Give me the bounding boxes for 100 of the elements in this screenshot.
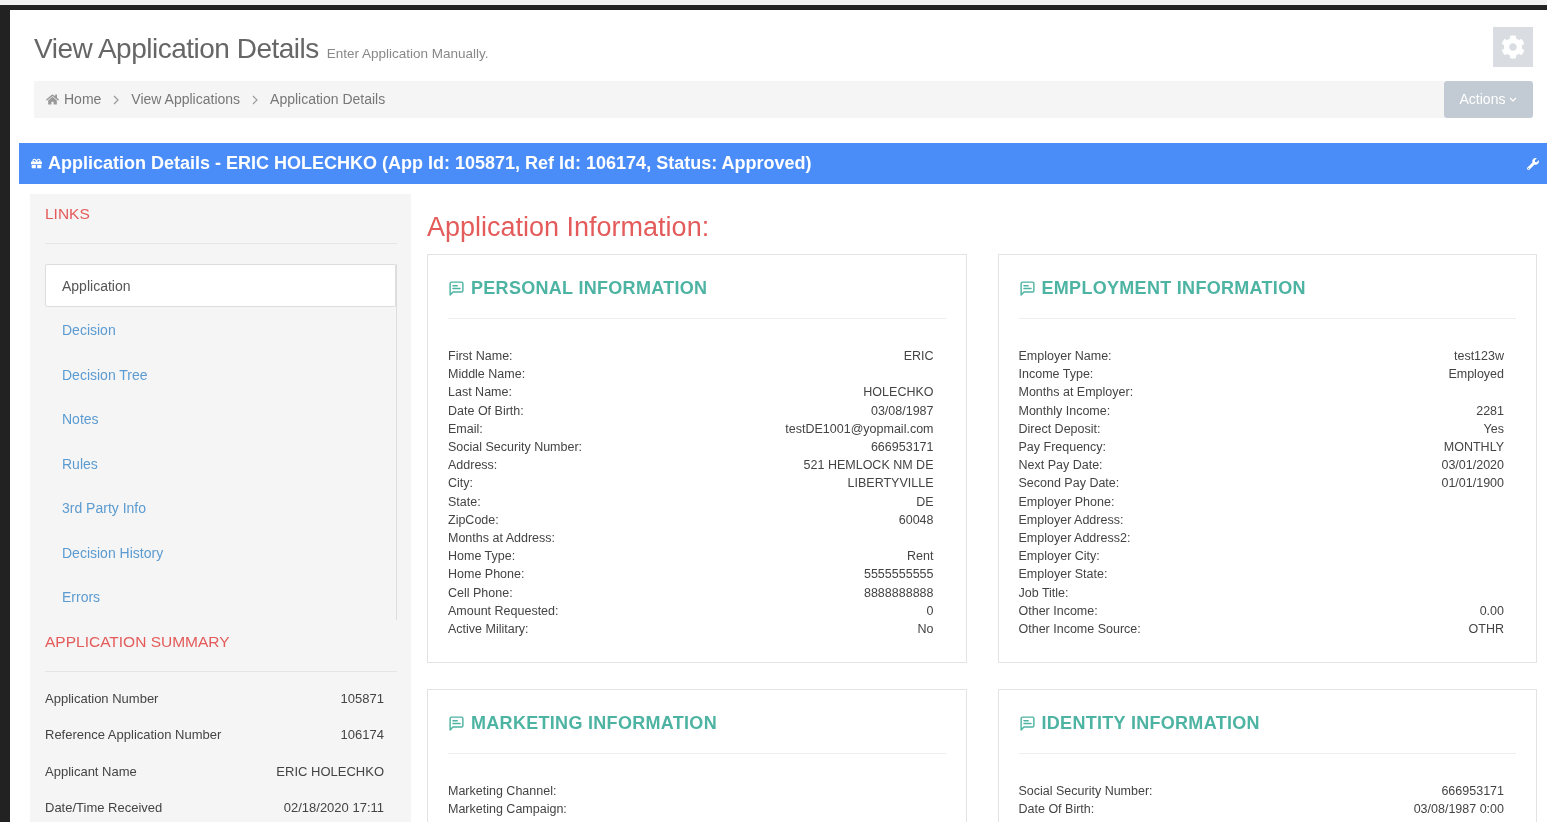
field-value: Yes <box>1483 420 1504 438</box>
field-label: Middle Name: <box>448 366 526 384</box>
main-heading: Application Information: <box>427 211 711 244</box>
section-title: MARKETING INFORMATION <box>471 712 717 736</box>
field-label: Amount Requested: <box>448 602 559 620</box>
summary-value: ERIC HOLECHKO <box>276 762 384 781</box>
sidebar-link[interactable]: 3rd Party Info <box>45 486 396 531</box>
field-label: Employer Phone: <box>1018 493 1115 511</box>
field-label: Active Military: <box>448 621 529 639</box>
field-value: 5555555555 <box>863 566 934 584</box>
field-label: Next Pay Date: <box>1018 457 1103 475</box>
field-label: Marketing Channel: <box>448 783 557 801</box>
sidebar-link[interactable]: Decision Tree <box>45 352 396 398</box>
field-value: Employed <box>1448 366 1504 384</box>
actions-button[interactable]: Actions <box>1444 81 1533 118</box>
summary-heading: APPLICATION SUMMARY <box>45 619 397 672</box>
summary-label: Application Number <box>45 689 159 708</box>
sidebar-link[interactable]: Decision History <box>45 530 396 576</box>
field-label: Social Security Number: <box>1018 783 1153 801</box>
panel-title: Application Details - ERIC HOLECHKO (App Id: 105871, Ref Id: 106174, Status: Approved) <box>48 152 812 175</box>
sidebar-link[interactable]: Application <box>45 264 396 308</box>
breadcrumb-link[interactable]: Home <box>64 89 102 110</box>
field-label: Monthly Income: <box>1018 402 1111 420</box>
field-label: Pay Frequency: <box>1018 439 1107 456</box>
field-label: Address: <box>448 457 498 475</box>
field-label: Other Income: <box>1018 602 1098 620</box>
home-icon <box>46 93 59 106</box>
field-label: Employer Address2: <box>1018 530 1131 548</box>
breadcrumb-link[interactable]: View Applications <box>131 89 241 110</box>
field-value: LIBERTYVILLE <box>847 475 934 493</box>
wrench-icon[interactable] <box>1527 157 1539 170</box>
section-title: PERSONAL INFORMATION <box>471 277 708 300</box>
field-value: 03/01/2020 <box>1441 457 1504 475</box>
section-title: IDENTITY INFORMATION <box>1041 712 1260 736</box>
summary-label: Applicant Name <box>45 762 137 781</box>
chevron-right-icon <box>113 94 120 105</box>
comment-icon <box>448 280 465 297</box>
comment-icon <box>1018 715 1036 733</box>
field-label: Income Type: <box>1018 366 1094 384</box>
sidebar-link[interactable]: Notes <box>45 397 396 442</box>
field-value: ERIC <box>903 348 934 365</box>
field-value: 8888888888 <box>863 584 934 602</box>
links-heading: LINKS <box>45 202 397 245</box>
field-value: 01/01/1900 <box>1441 475 1504 493</box>
field-label: Social Security Number: <box>448 439 583 456</box>
page-subtitle: Enter Application Manually. <box>326 45 489 63</box>
field-value: 03/08/1987 0:00 <box>1413 801 1504 819</box>
field-label: Months at Address: <box>448 530 555 548</box>
field-label: Date Of Birth: <box>1018 801 1095 819</box>
field-value: 666953171 <box>1441 783 1504 801</box>
field-value: OTHR <box>1468 621 1504 639</box>
field-value: 60048 <box>898 511 934 529</box>
section-title: EMPLOYMENT INFORMATION <box>1041 277 1306 300</box>
field-label: Other Income Source: <box>1018 621 1141 639</box>
summary-value: 106174 <box>340 726 384 744</box>
field-label: First Name: <box>448 348 513 365</box>
field-value: MONTHLY <box>1443 439 1504 456</box>
field-label: Direct Deposit: <box>1018 420 1101 438</box>
field-value: 2281 <box>1476 402 1504 420</box>
field-value: No <box>917 621 934 639</box>
field-value: testDE1001@yopmail.com <box>785 420 934 438</box>
field-value: 03/08/1987 <box>870 402 934 420</box>
field-label: Date Of Birth: <box>448 402 524 420</box>
summary-value: 105871 <box>340 689 384 708</box>
field-label: Employer Name: <box>1018 348 1112 365</box>
field-value: 666953171 <box>870 439 934 456</box>
field-label: Home Phone: <box>448 566 525 584</box>
field-label: State: <box>448 493 481 511</box>
gift-icon <box>31 158 42 169</box>
field-label: Marketing Campaign: <box>448 801 567 819</box>
field-label: Cell Phone: <box>448 584 513 602</box>
sidebar-link[interactable]: Decision <box>45 308 396 353</box>
field-label: Last Name: <box>448 384 512 402</box>
field-label: Email: <box>448 420 483 438</box>
summary-value: 02/18/2020 17:11 <box>283 799 384 817</box>
field-value: 0.00 <box>1479 602 1504 620</box>
field-label: Months at Employer: <box>1018 384 1134 402</box>
settings-icon <box>1501 35 1525 59</box>
field-label: Job Title: <box>1018 584 1069 602</box>
field-label: Second Pay Date: <box>1018 475 1120 493</box>
field-label: City: <box>448 475 473 493</box>
field-label: Employer City: <box>1018 548 1100 566</box>
field-label: Home Type: <box>448 548 516 566</box>
field-value: 0 <box>926 602 934 620</box>
breadcrumb-link[interactable]: Application Details <box>270 89 386 110</box>
page-title: View Application Details <box>34 32 319 66</box>
field-value: 521 HEMLOCK NM DE <box>803 457 934 475</box>
field-value: DE <box>916 493 934 511</box>
field-value: Rent <box>907 548 934 566</box>
sidebar-link[interactable]: Rules <box>45 441 396 487</box>
comment-icon <box>1018 280 1036 297</box>
field-label: ZipCode: <box>448 511 499 529</box>
caret-icon <box>1509 97 1518 102</box>
summary-label: Date/Time Received <box>45 799 163 817</box>
comment-icon <box>448 715 465 733</box>
field-label: Employer State: <box>1018 566 1108 584</box>
sidebar-link[interactable]: Errors <box>45 575 396 620</box>
summary-label: Reference Application Number <box>45 726 222 744</box>
chevron-right-icon <box>252 94 259 105</box>
field-value: test123w <box>1453 348 1504 365</box>
